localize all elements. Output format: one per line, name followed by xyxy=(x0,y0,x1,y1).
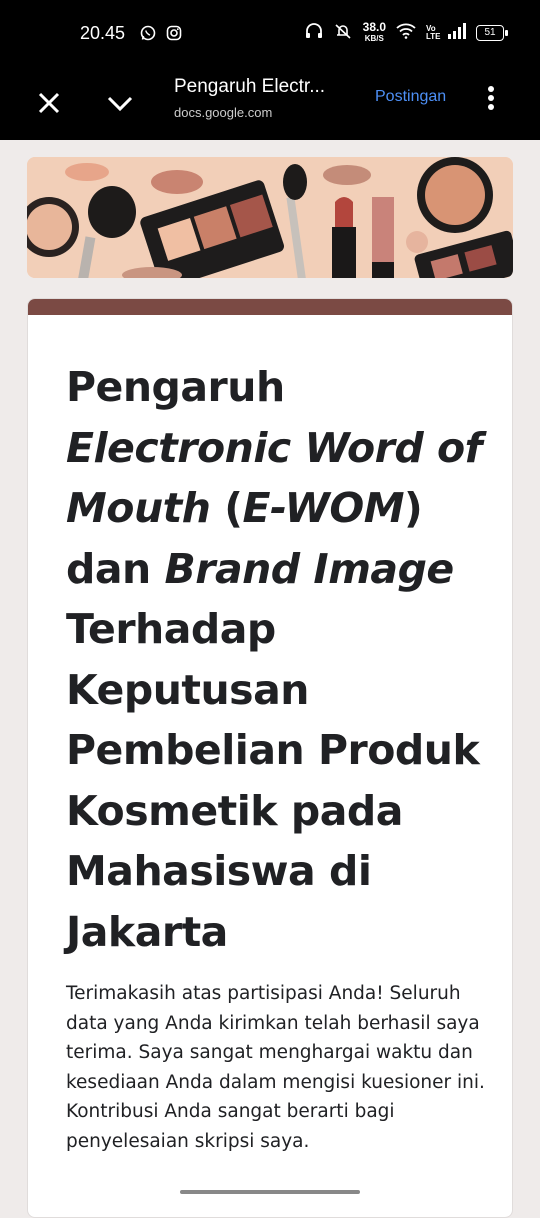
form-header-card: Pengaruh Electronic Word of Mouth (E-WOM… xyxy=(27,298,513,1218)
instagram-icon xyxy=(166,25,182,46)
battery-icon: 51 xyxy=(476,25,508,41)
whatsapp-icon xyxy=(140,25,156,46)
signal-icon xyxy=(448,22,466,44)
mute-icon xyxy=(333,23,353,44)
speed-unit: KB/S xyxy=(364,34,384,43)
status-time: 20.45 xyxy=(80,23,126,43)
form-title: Pengaruh Electronic Word of Mouth (E-WOM… xyxy=(66,357,486,962)
speed-value: 38.0 xyxy=(362,20,386,34)
home-indicator[interactable] xyxy=(180,1190,360,1194)
volte-label: Vo LTE xyxy=(426,24,441,41)
close-icon[interactable] xyxy=(34,88,64,118)
network-speed: 38.0 KB/S xyxy=(362,20,386,44)
form-description: Terimakasih atas partisipasi Anda! Selur… xyxy=(66,983,485,1152)
browser-toolbar: Pengaruh Electr... docs.google.com Posti… xyxy=(0,68,540,140)
chevron-down-icon[interactable] xyxy=(105,88,135,118)
status-bar: 20.45 38.0 KB/S Vo LTE 51 xyxy=(0,0,540,68)
form-header-image xyxy=(27,157,513,278)
theme-color-bar xyxy=(28,299,512,315)
title-part: ( xyxy=(210,484,243,532)
title-part: Pengaruh xyxy=(66,363,285,411)
title-part: Terhadap Keputusan Pembelian Produk Kosm… xyxy=(66,605,480,956)
more-vert-icon[interactable] xyxy=(484,84,498,114)
headphones-icon xyxy=(305,22,323,44)
wifi-icon xyxy=(396,23,416,44)
title-part-italic: E-WOM xyxy=(242,484,405,532)
page-title: Pengaruh Electr... xyxy=(174,76,326,97)
postingan-button[interactable]: Postingan xyxy=(375,88,446,106)
title-part-italic: Brand Image xyxy=(164,544,454,593)
page-domain: docs.google.com xyxy=(174,105,273,120)
